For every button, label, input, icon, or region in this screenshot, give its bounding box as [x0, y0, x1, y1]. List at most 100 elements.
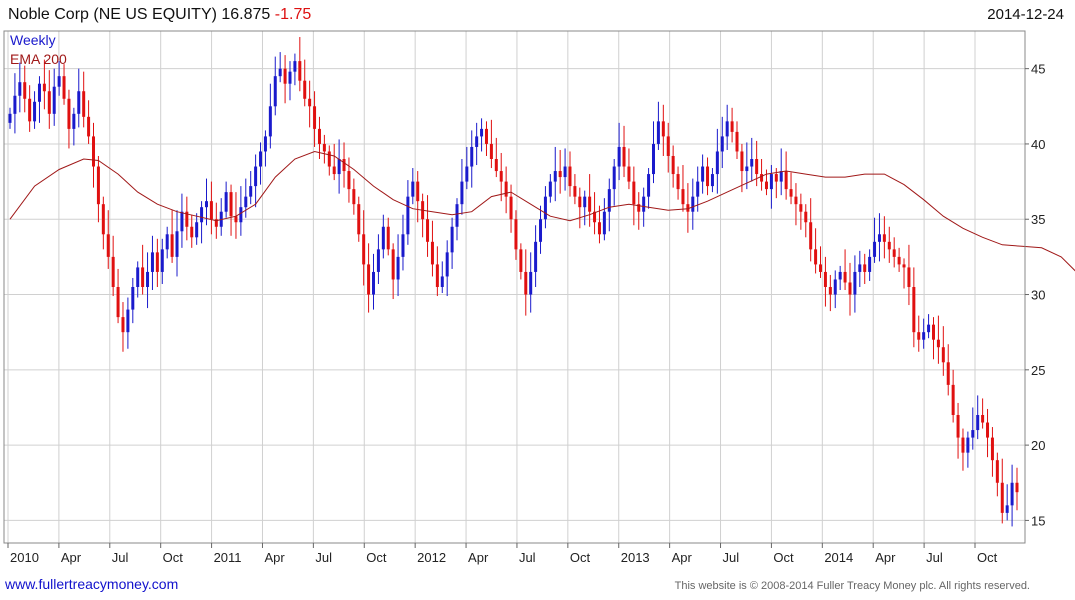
candle-body [18, 82, 22, 96]
site-link[interactable]: www.fullertreacymoney.com [5, 576, 178, 592]
candle-body [995, 460, 999, 483]
x-tick-label: Oct [570, 550, 591, 565]
x-tick-label: Jul [723, 550, 740, 565]
candle-body [706, 166, 710, 187]
candle-body [352, 189, 356, 205]
candle-body [150, 252, 154, 272]
candle-body [170, 234, 174, 257]
candle-body [927, 324, 931, 333]
y-tick-label: 45 [1031, 62, 1045, 77]
x-tick-label: Apr [672, 550, 693, 565]
x-tick-label: Oct [977, 550, 998, 565]
candlestick-chart: 15 20 25 30 35 40 45 2010 Apr Jul Oct 2011 Apr Jul Oc… [3, 30, 1075, 565]
candle-body [239, 207, 243, 223]
candle-body [676, 174, 680, 190]
candle-body [578, 196, 582, 208]
candle-body [931, 324, 935, 340]
x-tick-label: Apr [264, 550, 285, 565]
candle-body [534, 241, 538, 272]
candle-body [283, 68, 287, 84]
candle-body [897, 256, 901, 265]
legend-ema: EMA 200 [10, 51, 67, 67]
candle-body [548, 181, 552, 197]
candle-body [539, 219, 543, 242]
candle-body [92, 136, 96, 167]
candle-body [524, 271, 528, 295]
candle-body [858, 264, 862, 272]
candle-body [13, 95, 17, 114]
candle-body [750, 159, 754, 167]
candle-body [681, 189, 685, 205]
candle-body [735, 131, 739, 152]
x-axis: 2010 Apr Jul Oct 2011 Apr Jul Oct 2012 Apr Jul Oct 2… [7, 543, 998, 565]
candle-body [499, 171, 503, 182]
candle-body [794, 196, 798, 205]
x-tick-label: Jul [519, 550, 536, 565]
y-tick-label: 40 [1031, 137, 1045, 152]
candle-body [268, 106, 272, 137]
candle-body [440, 276, 444, 287]
candle-body [740, 151, 744, 172]
candle-body [622, 146, 626, 167]
x-tick-label: 2011 [214, 550, 242, 565]
candle-body [745, 166, 749, 172]
candle-body [799, 204, 803, 212]
y-axis: 15 20 25 30 35 40 45 [1025, 62, 1045, 528]
candle-body [951, 384, 955, 415]
candle-body [435, 264, 439, 287]
candle-body [597, 222, 601, 235]
x-tick-label: Jul [315, 550, 332, 565]
candle-body [833, 279, 837, 295]
candle-body [769, 174, 773, 190]
candle-body [981, 415, 985, 423]
candle-body [121, 317, 125, 333]
candle-body [470, 146, 474, 167]
candle-body [475, 136, 479, 147]
y-tick-label: 30 [1031, 288, 1045, 303]
candle-body [838, 271, 842, 280]
candle-body [391, 249, 395, 280]
candle-body [956, 415, 960, 438]
x-tick-label: Apr [61, 550, 82, 565]
candle-body [190, 226, 194, 238]
candle-body [131, 287, 135, 310]
candle-body [848, 282, 852, 295]
candle-body [573, 186, 577, 197]
candle-body [691, 196, 695, 212]
candle-body [887, 241, 891, 250]
candle-body [823, 271, 827, 287]
candle-body [273, 76, 277, 107]
candle-body [293, 61, 297, 72]
candle-body [784, 171, 788, 190]
candle-body [917, 332, 921, 340]
candle-body [809, 222, 813, 250]
candle-body [376, 249, 380, 272]
candles [8, 37, 1019, 527]
candle-body [96, 166, 100, 205]
x-tick-label: Oct [366, 550, 387, 565]
candle-body [259, 151, 263, 167]
candle-body [588, 196, 592, 212]
candle-body [381, 226, 385, 250]
candle-body [863, 264, 867, 272]
candle-body [72, 113, 76, 129]
x-tick-label: Jul [112, 550, 129, 565]
candle-body [406, 196, 410, 235]
candle-body [941, 347, 945, 363]
x-tick-label: Apr [468, 550, 489, 565]
candle-body [1015, 482, 1019, 493]
candle-body [480, 128, 484, 137]
candle-body [57, 76, 61, 87]
candle-body [165, 234, 169, 250]
candle-body [519, 249, 523, 272]
candle-body [313, 106, 317, 129]
candle-body [627, 166, 631, 182]
candle-body [141, 267, 145, 287]
candle-body [671, 155, 675, 175]
candle-body [877, 234, 881, 242]
candle-body [755, 159, 759, 175]
candle-body [558, 171, 562, 178]
candle-body [204, 201, 208, 208]
candle-body [367, 264, 371, 295]
candle-body [357, 204, 361, 235]
